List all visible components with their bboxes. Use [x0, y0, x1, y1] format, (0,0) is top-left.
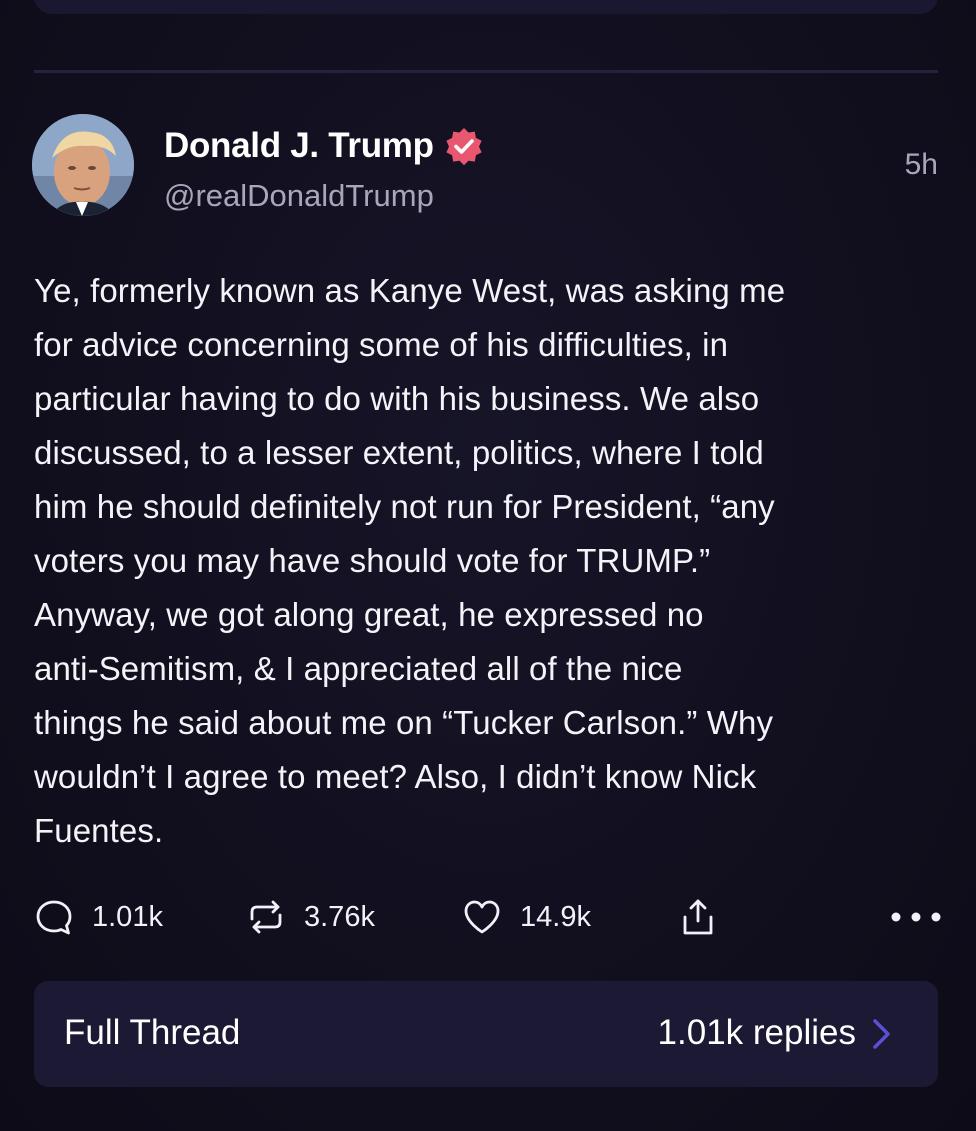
more-dots-icon: [891, 912, 941, 922]
repost-arrows-icon: [250, 900, 282, 934]
full-thread-label: Full Thread: [64, 1013, 241, 1052]
full-thread-button[interactable]: Full Thread 1.01k replies: [34, 981, 938, 1087]
like-button[interactable]: 14.9k: [462, 893, 591, 941]
previous-post-card: [34, 0, 938, 14]
thread-replies-count: 1.01k replies: [657, 1013, 856, 1052]
post-actions-bar: 1.01k 3.76k 14.9k: [34, 893, 944, 941]
author-name[interactable]: Donald J. Trump: [164, 126, 434, 166]
author-name-row[interactable]: Donald J. Trump: [164, 126, 484, 166]
repost-count: 3.76k: [304, 900, 375, 933]
speech-bubble-icon: [36, 900, 72, 935]
share-button[interactable]: [678, 893, 718, 941]
author-handle[interactable]: @realDonaldTrump: [164, 178, 434, 214]
more-options-button[interactable]: [888, 893, 944, 941]
post-divider: [34, 70, 938, 73]
avatar[interactable]: [32, 114, 134, 216]
heart-icon: [464, 900, 500, 934]
repost-button[interactable]: 3.76k: [246, 893, 375, 941]
reply-count: 1.01k: [92, 900, 163, 933]
verified-badge-icon: [444, 126, 484, 166]
like-count: 14.9k: [520, 900, 591, 933]
share-upload-icon: [683, 899, 713, 935]
post-timestamp: 5h: [904, 148, 938, 181]
post-body-text: Ye, formerly known as Kanye West, was as…: [34, 272, 786, 849]
reply-button[interactable]: 1.01k: [34, 893, 163, 941]
chevron-right-icon: [873, 1019, 890, 1049]
